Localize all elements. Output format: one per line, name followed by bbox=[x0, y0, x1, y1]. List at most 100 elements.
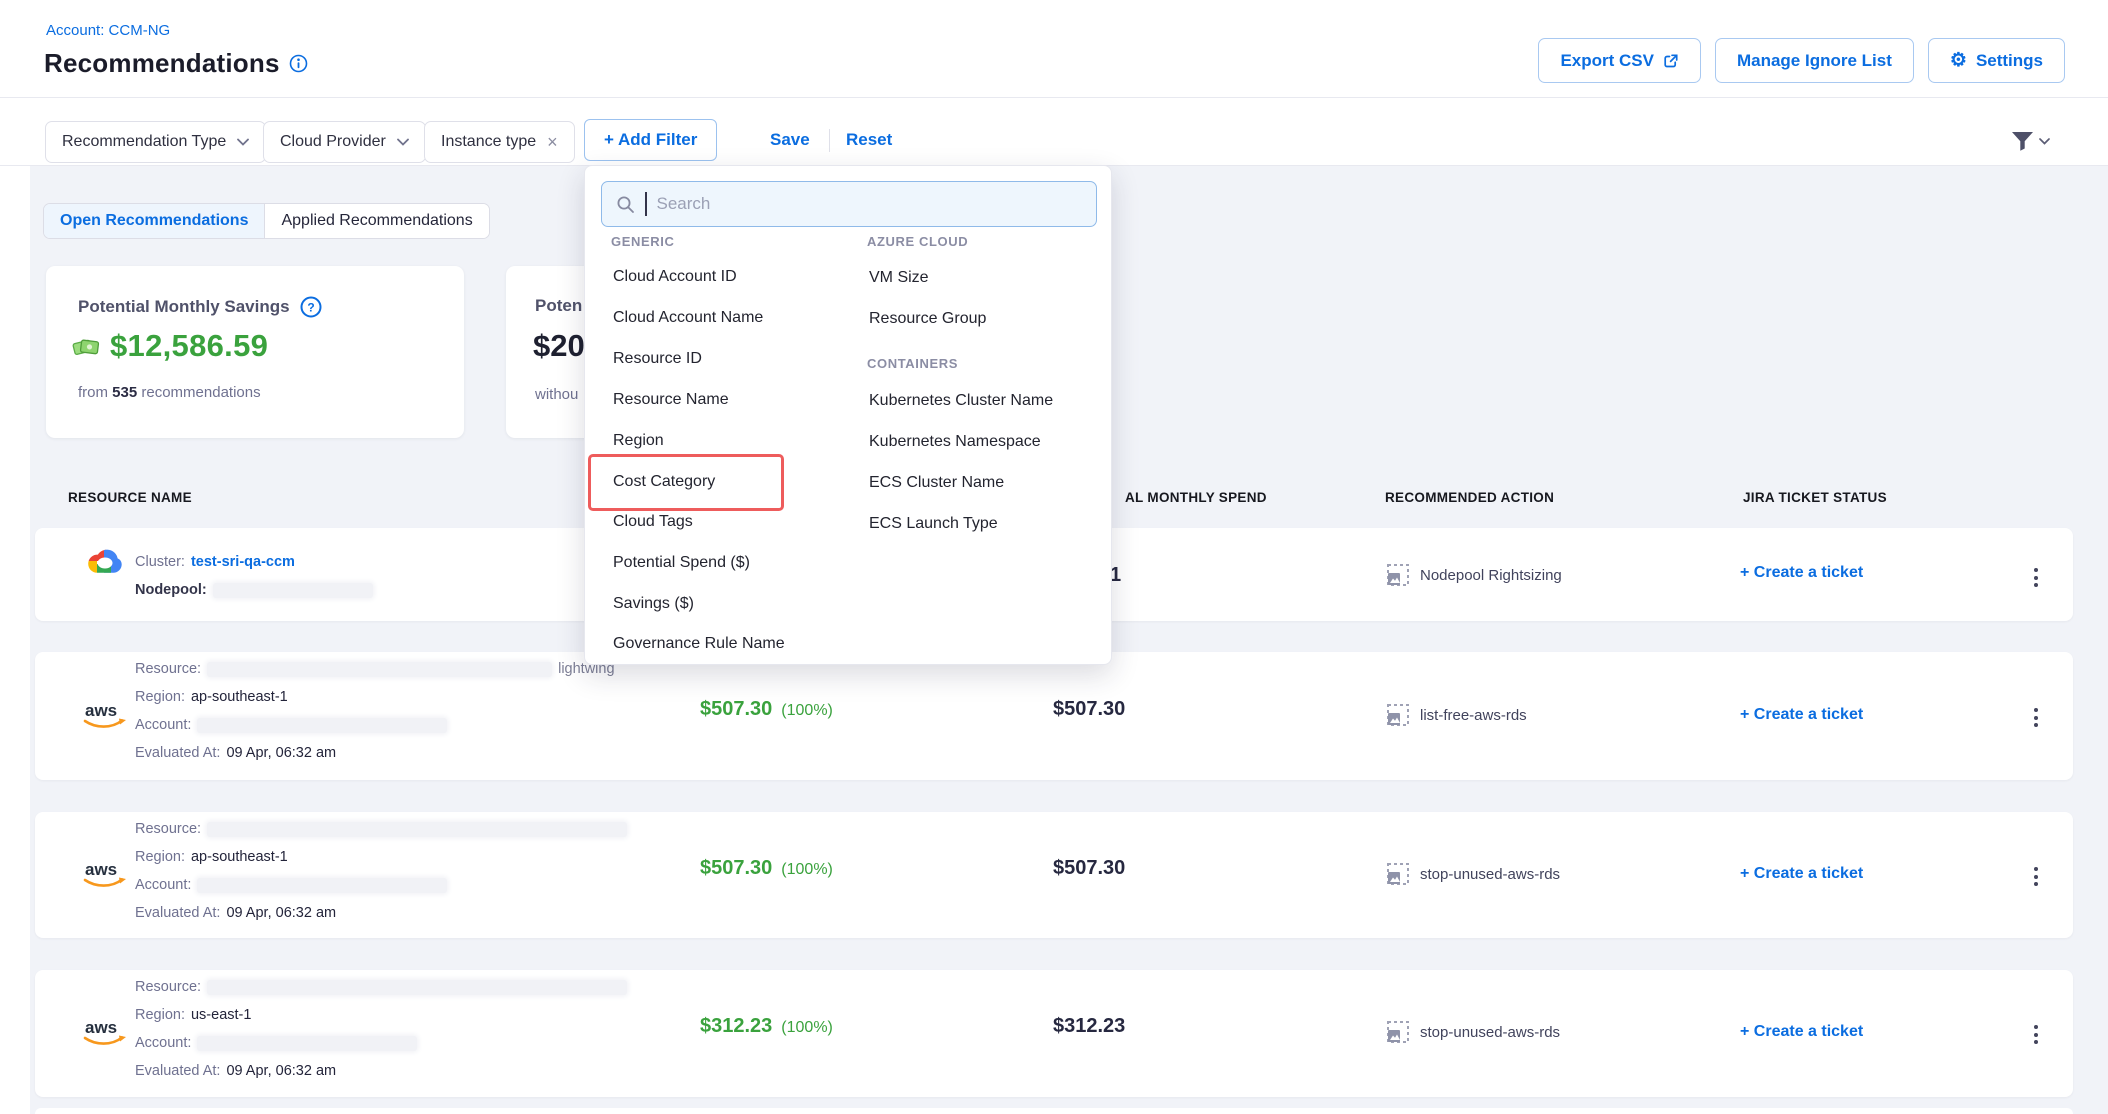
redacted-value bbox=[197, 1036, 417, 1051]
filter-chip-cloud-provider[interactable]: Cloud Provider bbox=[263, 121, 426, 163]
search-icon bbox=[616, 195, 635, 214]
svg-text:aws: aws bbox=[85, 860, 117, 879]
monthly-spend-value: $507.30 bbox=[1053, 698, 1125, 721]
filter-option-cloud-account-name[interactable]: Cloud Account Name bbox=[611, 299, 763, 337]
recommendation-type-icon bbox=[1387, 564, 1409, 586]
table-row[interactable]: aws Resource: Region: ap-southeast-1 Acc… bbox=[35, 812, 2073, 938]
recommendations-tabs: Open Recommendations Applied Recommendat… bbox=[43, 203, 490, 239]
savings-card-title: Potential Monthly Savings bbox=[78, 297, 290, 317]
page-title: Recommendations bbox=[44, 48, 280, 79]
reset-filter-button[interactable]: Reset bbox=[846, 130, 892, 150]
redacted-value bbox=[207, 662, 552, 677]
recommendation-type-icon bbox=[1387, 863, 1409, 885]
filter-option-resource-name[interactable]: Resource Name bbox=[611, 381, 729, 419]
region-value: ap-southeast-1 bbox=[191, 849, 288, 865]
nodepool-label: Nodepool: bbox=[135, 582, 207, 598]
row-menu-button[interactable] bbox=[2030, 704, 2042, 731]
svg-text:?: ? bbox=[307, 300, 314, 314]
evaluated-at-label: Evaluated At: bbox=[135, 1063, 220, 1079]
region-value: ap-southeast-1 bbox=[191, 689, 288, 705]
filter-chip-recommendation-type[interactable]: Recommendation Type bbox=[45, 121, 266, 163]
section-heading-containers: CONTAINERS bbox=[867, 356, 958, 371]
filter-option-resource-group[interactable]: Resource Group bbox=[867, 300, 986, 338]
savings-sub-count: 535 bbox=[112, 384, 137, 401]
save-filter-button[interactable]: Save bbox=[770, 130, 810, 150]
column-header-resource-name: RESOURCE NAME bbox=[68, 490, 192, 505]
evaluated-at-label: Evaluated At: bbox=[135, 905, 220, 921]
table-row[interactable]: aws Resource: Region: us-east-1 Account:… bbox=[35, 970, 2073, 1097]
row-menu-button[interactable] bbox=[2030, 1021, 2042, 1048]
region-value: us-east-1 bbox=[191, 1007, 251, 1023]
redacted-value bbox=[197, 878, 447, 893]
search-input[interactable] bbox=[657, 194, 1037, 214]
create-ticket-button[interactable]: + Create a ticket bbox=[1740, 706, 1863, 724]
filter-option-governance-rule-name[interactable]: Governance Rule Name bbox=[611, 625, 785, 663]
cluster-name-link[interactable]: test-sri-qa-ccm bbox=[191, 554, 295, 570]
create-ticket-button[interactable]: + Create a ticket bbox=[1740, 865, 1863, 883]
money-icon bbox=[72, 334, 102, 358]
savings-percent: (100%) bbox=[781, 1019, 833, 1037]
chevron-down-icon bbox=[237, 138, 249, 146]
info-icon[interactable] bbox=[289, 54, 308, 73]
funnel-icon bbox=[2010, 129, 2035, 153]
row-menu-button[interactable] bbox=[2030, 564, 2042, 591]
filter-option-ecs-cluster-name[interactable]: ECS Cluster Name bbox=[867, 464, 1004, 502]
settings-button[interactable]: ⚙ Settings bbox=[1928, 38, 2065, 83]
evaluated-at-value: 09 Apr, 06:32 am bbox=[226, 905, 336, 921]
filter-chip-instance-type[interactable]: Instance type × bbox=[424, 121, 575, 163]
add-filter-button[interactable]: + Add Filter bbox=[584, 119, 717, 161]
spend-card-subtext-partial: withou bbox=[535, 386, 578, 403]
tab-applied-recommendations[interactable]: Applied Recommendations bbox=[264, 204, 488, 238]
filter-option-savings[interactable]: Savings ($) bbox=[611, 585, 694, 623]
aws-icon: aws bbox=[80, 699, 130, 733]
chevron-down-icon bbox=[397, 138, 409, 146]
monthly-savings-value: $312.23 bbox=[700, 1015, 772, 1038]
manage-ignore-list-label: Manage Ignore List bbox=[1737, 51, 1892, 71]
chip-label: Cloud Provider bbox=[280, 133, 386, 151]
filter-option-cloud-tags[interactable]: Cloud Tags bbox=[611, 503, 693, 541]
section-heading-generic: GENERIC bbox=[611, 234, 674, 249]
resource-label: Resource: bbox=[135, 661, 201, 677]
row-menu-button[interactable] bbox=[2030, 863, 2042, 890]
evaluated-at-value: 09 Apr, 06:32 am bbox=[226, 1063, 336, 1079]
region-label: Region: bbox=[135, 1007, 185, 1023]
divider bbox=[829, 129, 830, 152]
gcp-icon bbox=[85, 545, 125, 579]
filter-option-cloud-account-id[interactable]: Cloud Account ID bbox=[611, 258, 737, 296]
filter-option-kubernetes-cluster-name[interactable]: Kubernetes Cluster Name bbox=[867, 382, 1053, 420]
filter-option-potential-spend[interactable]: Potential Spend ($) bbox=[611, 544, 750, 582]
cluster-label: Cluster: bbox=[135, 554, 185, 570]
region-label: Region: bbox=[135, 689, 185, 705]
filter-option-resource-id[interactable]: Resource ID bbox=[611, 340, 702, 378]
manage-ignore-list-button[interactable]: Manage Ignore List bbox=[1715, 38, 1914, 83]
filter-option-region[interactable]: Region bbox=[611, 422, 664, 460]
recommended-action-label: list-free-aws-rds bbox=[1420, 707, 1527, 724]
filter-option-vm-size[interactable]: VM Size bbox=[867, 259, 929, 297]
filter-option-kubernetes-namespace[interactable]: Kubernetes Namespace bbox=[867, 423, 1041, 461]
remove-filter-icon[interactable]: × bbox=[547, 133, 558, 151]
column-header-monthly-spend-partial: AL MONTHLY SPEND bbox=[1125, 490, 1267, 505]
breadcrumb[interactable]: Account: CCM-NG bbox=[46, 22, 170, 39]
create-ticket-button[interactable]: + Create a ticket bbox=[1740, 564, 1863, 582]
title-row: Recommendations bbox=[44, 48, 308, 79]
filter-option-cost-category[interactable]: Cost Category bbox=[611, 463, 715, 501]
search-field[interactable] bbox=[601, 181, 1097, 227]
resource-label: Resource: bbox=[135, 979, 201, 995]
export-csv-button[interactable]: Export CSV bbox=[1538, 38, 1701, 83]
aws-icon: aws bbox=[80, 1016, 130, 1050]
help-icon[interactable]: ? bbox=[300, 296, 322, 318]
recommendation-type-icon bbox=[1387, 704, 1409, 726]
resource-label: Resource: bbox=[135, 821, 201, 837]
table-row[interactable]: aws Resource: lightwing Region: ap-south… bbox=[35, 652, 2073, 780]
spend-card-title-partial: Poten bbox=[535, 296, 582, 316]
tab-open-recommendations[interactable]: Open Recommendations bbox=[44, 204, 264, 238]
filter-option-ecs-launch-type[interactable]: ECS Launch Type bbox=[867, 505, 998, 543]
filter-panel-toggle[interactable] bbox=[2010, 129, 2050, 153]
monthly-savings-value: $507.30 bbox=[700, 698, 772, 721]
savings-amount: $12,586.59 bbox=[110, 328, 268, 364]
export-csv-label: Export CSV bbox=[1560, 51, 1654, 71]
spend-card-amount-partial: $20 bbox=[533, 328, 585, 364]
create-ticket-button[interactable]: + Create a ticket bbox=[1740, 1023, 1863, 1041]
redacted-value bbox=[207, 822, 627, 837]
recommended-action-label: Nodepool Rightsizing bbox=[1420, 567, 1562, 584]
